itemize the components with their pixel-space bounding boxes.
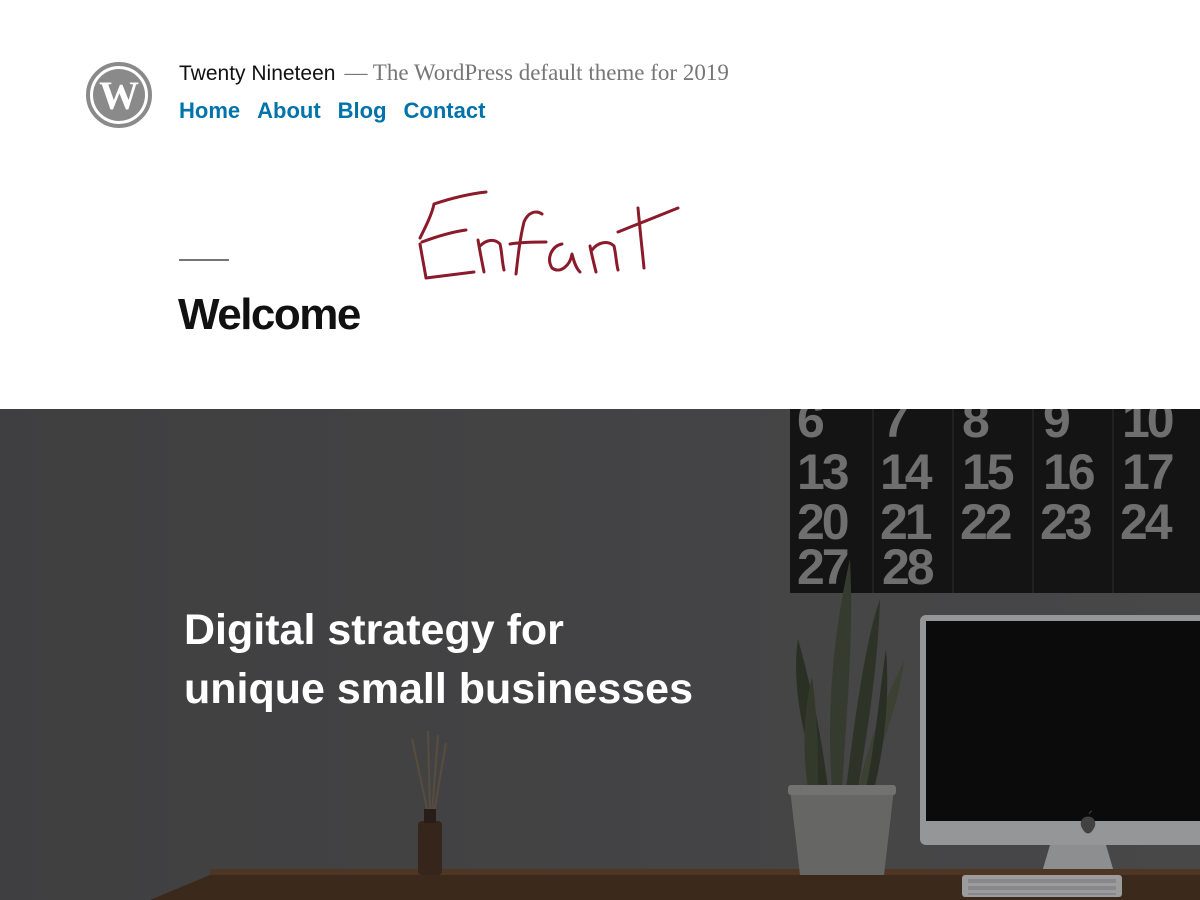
site-title-link[interactable]: Twenty Nineteen (179, 62, 335, 86)
nav-link-contact[interactable]: Contact (404, 98, 486, 124)
wordpress-logo-icon[interactable]: W (86, 62, 152, 128)
site-title-line: Twenty Nineteen — The WordPress default … (179, 60, 729, 86)
cover-heading: Digital strategy for unique small busine… (184, 601, 693, 719)
nav-link-home[interactable]: Home (179, 98, 240, 124)
nav-link-blog[interactable]: Blog (338, 98, 387, 124)
site-description: — The WordPress default theme for 2019 (344, 60, 728, 86)
handwritten-annotation (418, 190, 680, 280)
site-tagline: The WordPress default theme for 2019 (372, 60, 729, 85)
nav-link-about[interactable]: About (257, 98, 321, 124)
site-branding: Twenty Nineteen — The WordPress default … (179, 60, 729, 124)
main-navigation: Home About Blog Contact (179, 98, 729, 124)
svg-text:W: W (99, 73, 139, 118)
cover-block: 6 7 8 9 10 13 14 15 16 17 20 21 22 23 24… (0, 409, 1200, 900)
title-divider (179, 259, 229, 261)
cover-heading-line: unique small businesses (184, 665, 694, 713)
title-separator: — (344, 60, 368, 85)
page-title: Welcome (178, 290, 361, 339)
cover-heading-line: Digital strategy for (184, 606, 564, 654)
